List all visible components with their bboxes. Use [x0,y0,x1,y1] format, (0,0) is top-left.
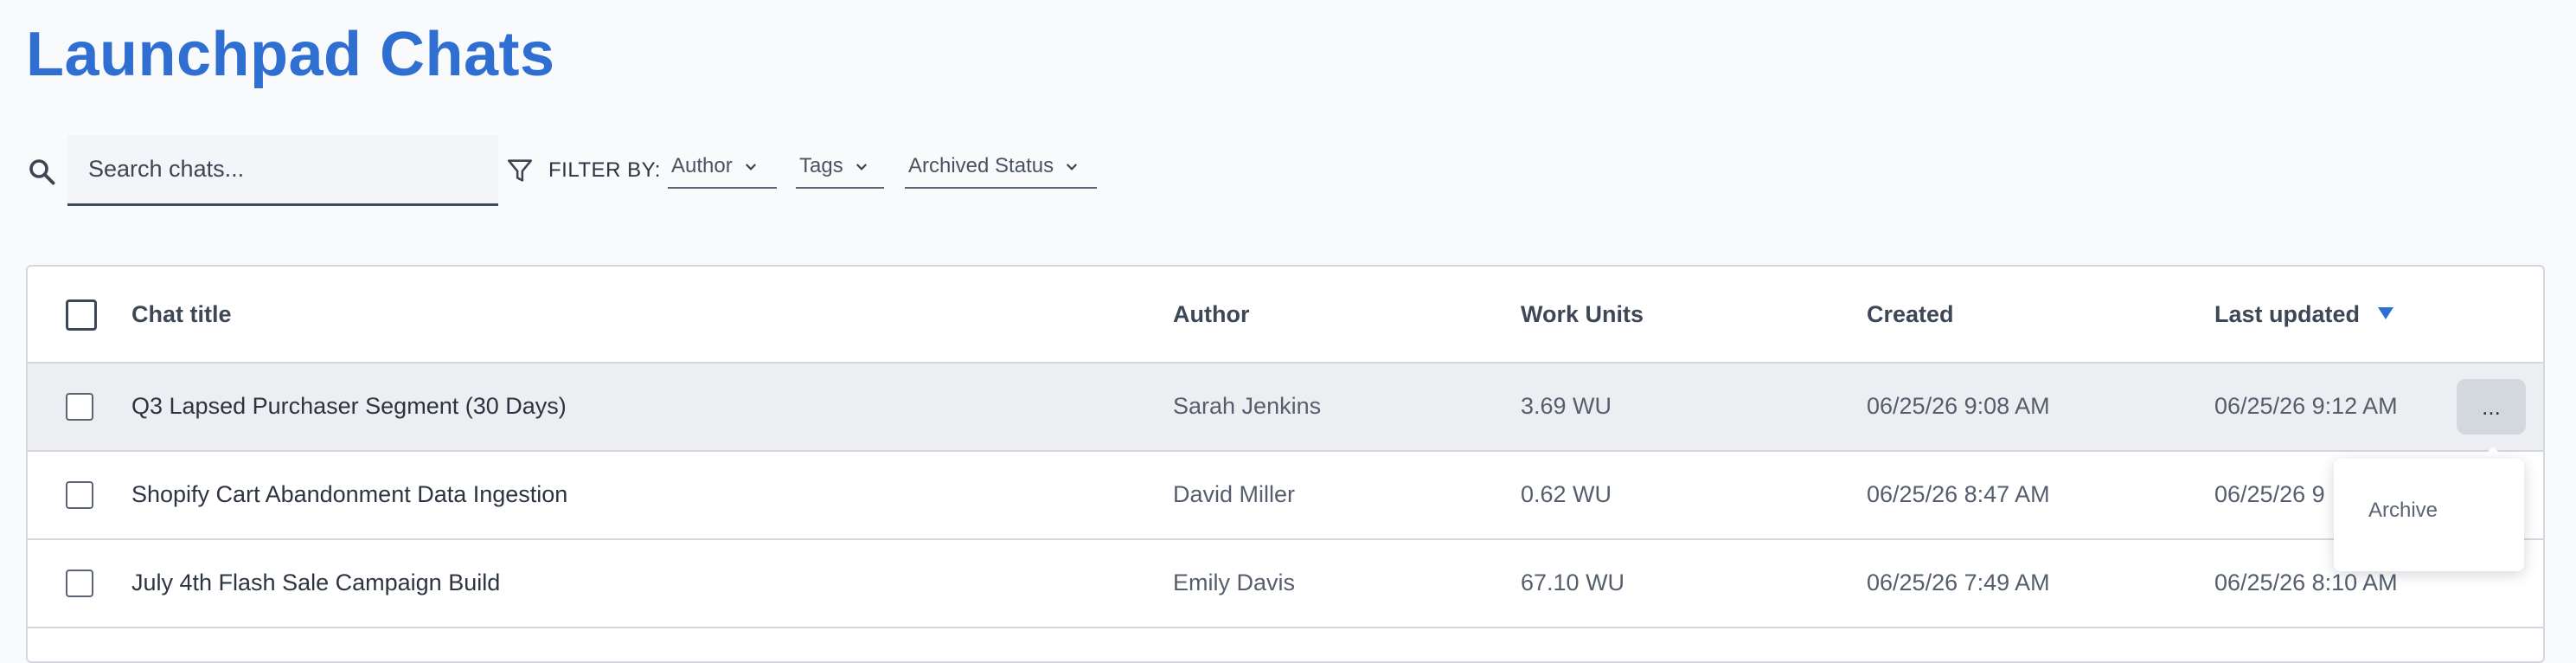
column-header-chat-title[interactable]: Chat title [131,301,232,328]
last-updated-cell: 06/25/26 9 [2214,481,2325,507]
filter-by-label: FILTER BY: [548,158,661,182]
table-row[interactable]: July 4th Flash Sale Campaign Build Emily… [28,540,2543,628]
menu-item-archive[interactable]: Archive [2368,499,2438,523]
archived-status-filter-dropdown[interactable]: Archived Status [905,154,1097,189]
table-row[interactable]: Q3 Lapsed Purchaser Segment (30 Days) Sa… [28,364,2543,452]
row-checkbox[interactable] [66,570,93,597]
column-header-last-updated[interactable]: Last updated [2214,301,2394,328]
work-units-cell: 67.10 WU [1521,570,1625,595]
select-all-checkbox[interactable] [66,299,97,331]
author-filter-dropdown[interactable]: Author [668,154,777,189]
chevron-down-icon [855,164,867,171]
work-units-cell: 3.69 WU [1521,393,1612,419]
chevron-down-icon [1067,164,1078,171]
column-header-last-updated-label: Last updated [2214,301,2361,327]
table-header: Chat title Author Work Units Created Las… [28,267,2543,364]
row-more-actions-button[interactable]: ... [2457,379,2526,434]
search-input[interactable] [67,135,498,206]
table-row[interactable]: Shopify Cart Abandonment Data Ingestion … [28,452,2543,540]
work-units-cell: 0.62 WU [1521,481,1612,507]
row-actions-menu: Archive [2334,459,2524,571]
author-cell: Sarah Jenkins [1173,393,1322,419]
last-updated-cell: 06/25/26 9:12 AM [2214,393,2398,419]
chevron-down-icon [745,164,756,171]
column-header-author[interactable]: Author [1173,301,1249,328]
created-cell: 06/25/26 8:47 AM [1867,481,2050,507]
tags-filter-label: Tags [799,154,843,177]
chat-title-cell[interactable]: Shopify Cart Abandonment Data Ingestion [131,481,567,508]
author-cell: David Miller [1173,481,1296,507]
page-title: Launchpad Chats [26,20,555,89]
author-cell: Emily Davis [1173,570,1296,595]
chats-table: Chat title Author Work Units Created Las… [26,265,2545,663]
last-updated-cell: 06/25/26 8:10 AM [2214,570,2398,595]
row-checkbox[interactable] [66,481,93,509]
created-cell: 06/25/26 7:49 AM [1867,570,2050,595]
row-checkbox[interactable] [66,393,93,421]
archived-status-filter-label: Archived Status [908,154,1054,177]
author-filter-label: Author [671,154,733,177]
chat-title-cell[interactable]: July 4th Flash Sale Campaign Build [131,570,500,596]
tags-filter-dropdown[interactable]: Tags [796,154,884,189]
column-header-work-units[interactable]: Work Units [1521,301,1644,328]
column-header-created[interactable]: Created [1867,301,1954,328]
search-icon [29,159,55,185]
chat-title-cell[interactable]: Q3 Lapsed Purchaser Segment (30 Days) [131,393,567,420]
filter-icon [507,159,533,182]
sort-descending-icon [2377,307,2393,319]
created-cell: 06/25/26 9:08 AM [1867,393,2050,419]
